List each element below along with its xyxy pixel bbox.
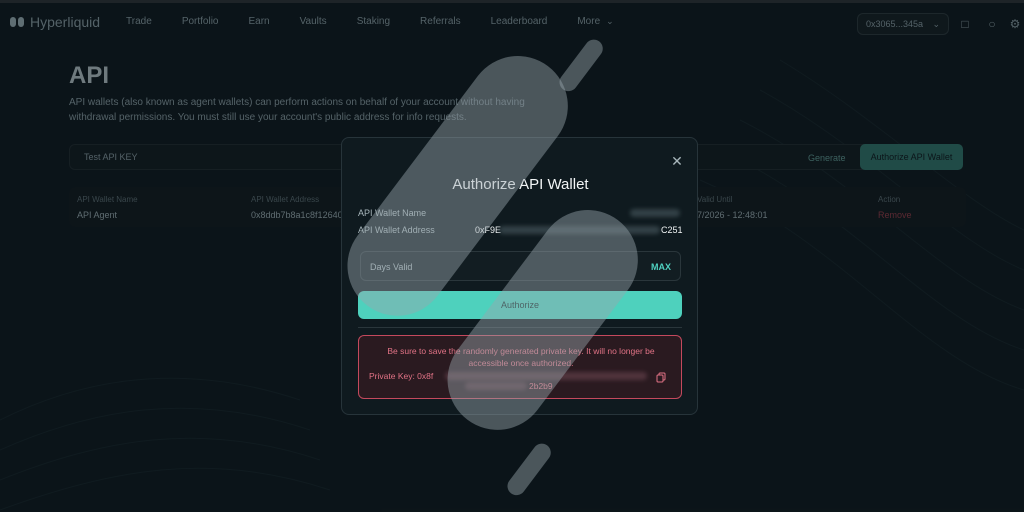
private-key-redacted-line-1 bbox=[445, 372, 647, 380]
copy-icon[interactable] bbox=[656, 372, 666, 383]
wallet-address-redacted bbox=[499, 226, 660, 234]
private-key-redacted-line-2 bbox=[465, 382, 527, 390]
divider bbox=[358, 327, 682, 328]
private-key-warning: Be sure to save the randomly generated p… bbox=[358, 335, 682, 399]
private-key-end: 2b2b9 bbox=[529, 381, 553, 391]
wallet-address-end: C251 bbox=[661, 225, 683, 235]
days-valid-input[interactable]: Days Valid MAX bbox=[360, 251, 681, 281]
days-valid-placeholder: Days Valid bbox=[370, 262, 413, 272]
wallet-name-redacted bbox=[630, 209, 680, 217]
warning-text: Be sure to save the randomly generated p… bbox=[387, 346, 655, 368]
max-button[interactable]: MAX bbox=[651, 262, 671, 272]
authorize-api-wallet-modal: ✕ Authorize API Wallet API Wallet Name A… bbox=[341, 137, 698, 415]
wallet-name-label: API Wallet Name bbox=[358, 208, 427, 218]
wallet-address-start: 0xF9E bbox=[475, 225, 502, 235]
close-icon[interactable]: ✕ bbox=[670, 154, 684, 168]
modal-title: Authorize API Wallet bbox=[452, 176, 589, 193]
wallet-address-label: API Wallet Address bbox=[358, 225, 435, 235]
private-key-label: Private Key: 0x8f bbox=[369, 371, 434, 381]
authorize-button[interactable]: Authorize bbox=[358, 291, 682, 319]
